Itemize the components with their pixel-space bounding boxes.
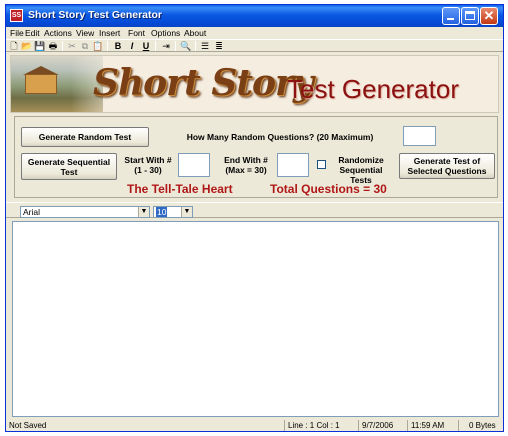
- font-value: Arial: [23, 207, 41, 217]
- menu-options[interactable]: Options: [151, 28, 180, 38]
- bullets-icon[interactable]: ≣: [213, 40, 225, 52]
- toolbar-separator: [175, 41, 176, 51]
- menu-file[interactable]: File: [10, 28, 24, 38]
- logo-short-story: Short Story: [93, 62, 314, 104]
- chevron-down-icon[interactable]: ▼: [138, 207, 149, 217]
- randomize-label: Randomize Sequential Tests: [338, 155, 384, 185]
- cursor-position: Line : 1 Col : 1: [284, 420, 354, 431]
- insert-icon[interactable]: ⇥: [160, 40, 172, 52]
- bold-icon[interactable]: B: [112, 40, 124, 52]
- font-size-select[interactable]: 10 ▼: [153, 206, 193, 218]
- story-title: The Tell-Tale Heart: [127, 182, 233, 196]
- maximize-button[interactable]: [461, 7, 479, 25]
- status-bar: Not Saved Line : 1 Col : 1 9/7/2006 11:5…: [6, 419, 503, 431]
- status-date: 9/7/2006: [358, 420, 406, 431]
- italic-icon[interactable]: I: [126, 40, 138, 52]
- menu-insert[interactable]: Insert: [99, 28, 120, 38]
- menu-bar: File Edit Actions View Insert Font Optio…: [6, 27, 503, 39]
- menu-edit[interactable]: Edit: [25, 28, 40, 38]
- end-number-input[interactable]: [277, 153, 309, 177]
- menu-view[interactable]: View: [76, 28, 94, 38]
- minimize-button[interactable]: [442, 7, 460, 25]
- generate-sequential-button[interactable]: Generate Sequential Test: [21, 153, 117, 180]
- paste-icon[interactable]: 📋: [92, 40, 104, 52]
- random-count-input[interactable]: [403, 126, 436, 146]
- close-button[interactable]: ✕: [480, 7, 498, 25]
- menu-font[interactable]: Font: [128, 28, 145, 38]
- controls-panel: Generate Random Test How Many Random Que…: [14, 116, 498, 198]
- chevron-down-icon[interactable]: ▼: [181, 207, 192, 217]
- find-icon[interactable]: 🔍: [180, 40, 192, 52]
- start-with-label: Start With # (1 - 30): [124, 155, 172, 175]
- font-select[interactable]: Arial ▼: [20, 206, 150, 218]
- cut-icon[interactable]: ✂: [66, 40, 78, 52]
- app-window: SS Short Story Test Generator ✕ File Edi…: [5, 4, 504, 432]
- end-with-label: End With # (Max = 30): [224, 155, 268, 175]
- app-icon[interactable]: SS: [10, 9, 23, 22]
- title-bar[interactable]: SS Short Story Test Generator ✕: [6, 5, 503, 27]
- toolbar-separator: [155, 41, 156, 51]
- save-status: Not Saved: [9, 421, 47, 430]
- menu-actions[interactable]: Actions: [44, 28, 72, 38]
- toolbar-separator: [107, 41, 108, 51]
- open-icon[interactable]: 📂: [21, 40, 33, 52]
- copy-icon[interactable]: ⧉: [79, 40, 91, 52]
- align-left-icon[interactable]: ☰: [199, 40, 211, 52]
- total-questions: Total Questions = 30: [270, 182, 387, 196]
- font-size-value: 10: [156, 207, 168, 217]
- document-size: 0 Bytes: [458, 420, 503, 431]
- logo-test-generator: Test Generator: [287, 74, 459, 104]
- save-icon[interactable]: 💾: [34, 40, 46, 52]
- generate-selected-button[interactable]: Generate Test of Selected Questions: [399, 153, 495, 179]
- status-time: 11:59 AM: [407, 420, 455, 431]
- print-icon[interactable]: 🖶: [47, 40, 59, 52]
- start-number-input[interactable]: [178, 153, 210, 177]
- toolbar-separator: [62, 41, 63, 51]
- close-icon: ✕: [483, 8, 495, 23]
- toolbar: 🗋 📂 💾 🖶 ✂ ⧉ 📋 B I U ⇥ 🔍 ☰ ≣: [6, 39, 503, 52]
- how-many-label: How Many Random Questions? (20 Maximum): [186, 132, 374, 142]
- house-image: [25, 74, 57, 94]
- randomize-checkbox[interactable]: [317, 160, 326, 169]
- maximize-icon: [465, 11, 475, 20]
- document-editor[interactable]: [12, 221, 499, 417]
- menu-about[interactable]: About: [184, 28, 206, 38]
- new-icon[interactable]: 🗋: [8, 40, 20, 52]
- banner: Short Story Test Generator: [10, 55, 499, 113]
- generate-random-button[interactable]: Generate Random Test: [21, 127, 149, 147]
- minimize-icon: [447, 18, 454, 20]
- toolbar-separator: [195, 41, 196, 51]
- format-bar: Arial ▼ 10 ▼: [6, 202, 503, 218]
- underline-icon[interactable]: U: [140, 40, 152, 52]
- window-title: Short Story Test Generator: [28, 9, 162, 21]
